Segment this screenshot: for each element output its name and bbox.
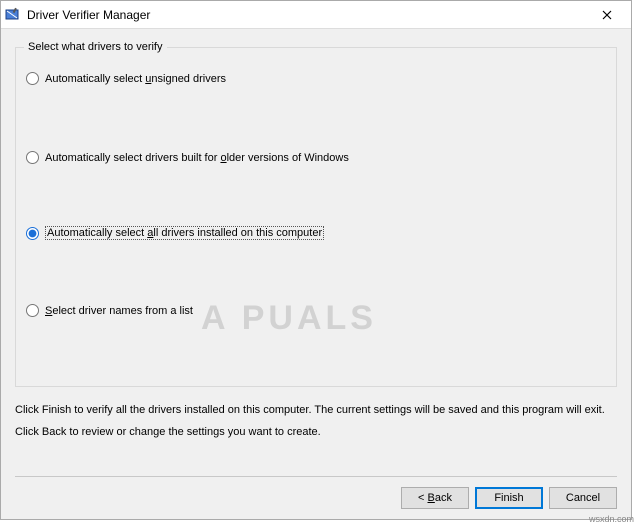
back-button[interactable]: < Back bbox=[401, 487, 469, 509]
radio-older[interactable]: Automatically select drivers built for o… bbox=[26, 151, 606, 164]
content-area: Select what drivers to verify Automatica… bbox=[1, 29, 631, 519]
group-legend: Select what drivers to verify bbox=[24, 41, 167, 53]
radio-older-label: Automatically select drivers built for o… bbox=[45, 152, 349, 164]
dialog-window: Driver Verifier Manager Select what driv… bbox=[0, 0, 632, 520]
radio-list[interactable]: Select driver names from a list bbox=[26, 304, 606, 317]
help-line-1: Click Finish to verify all the drivers i… bbox=[15, 401, 617, 421]
radio-all[interactable]: Automatically select all drivers install… bbox=[26, 226, 606, 240]
driver-select-group: Select what drivers to verify Automatica… bbox=[15, 47, 617, 387]
radio-list-input[interactable] bbox=[26, 304, 39, 317]
close-button[interactable] bbox=[587, 2, 627, 28]
close-icon bbox=[602, 10, 612, 20]
radio-all-label: Automatically select all drivers install… bbox=[45, 226, 324, 240]
radio-unsigned-label: Automatically select unsigned drivers bbox=[45, 73, 226, 85]
button-row: < Back Finish Cancel bbox=[15, 476, 617, 509]
radio-all-input[interactable] bbox=[26, 227, 39, 240]
window-title: Driver Verifier Manager bbox=[27, 8, 587, 22]
finish-button[interactable]: Finish bbox=[475, 487, 543, 509]
radio-unsigned[interactable]: Automatically select unsigned drivers bbox=[26, 72, 606, 85]
radio-list-label: Select driver names from a list bbox=[45, 305, 193, 317]
help-text: Click Finish to verify all the drivers i… bbox=[15, 401, 617, 445]
app-icon bbox=[5, 7, 21, 23]
radio-unsigned-input[interactable] bbox=[26, 72, 39, 85]
help-line-2: Click Back to review or change the setti… bbox=[15, 423, 617, 443]
radio-older-input[interactable] bbox=[26, 151, 39, 164]
titlebar: Driver Verifier Manager bbox=[1, 1, 631, 29]
attribution: wsxdn.com bbox=[589, 514, 634, 524]
cancel-button[interactable]: Cancel bbox=[549, 487, 617, 509]
